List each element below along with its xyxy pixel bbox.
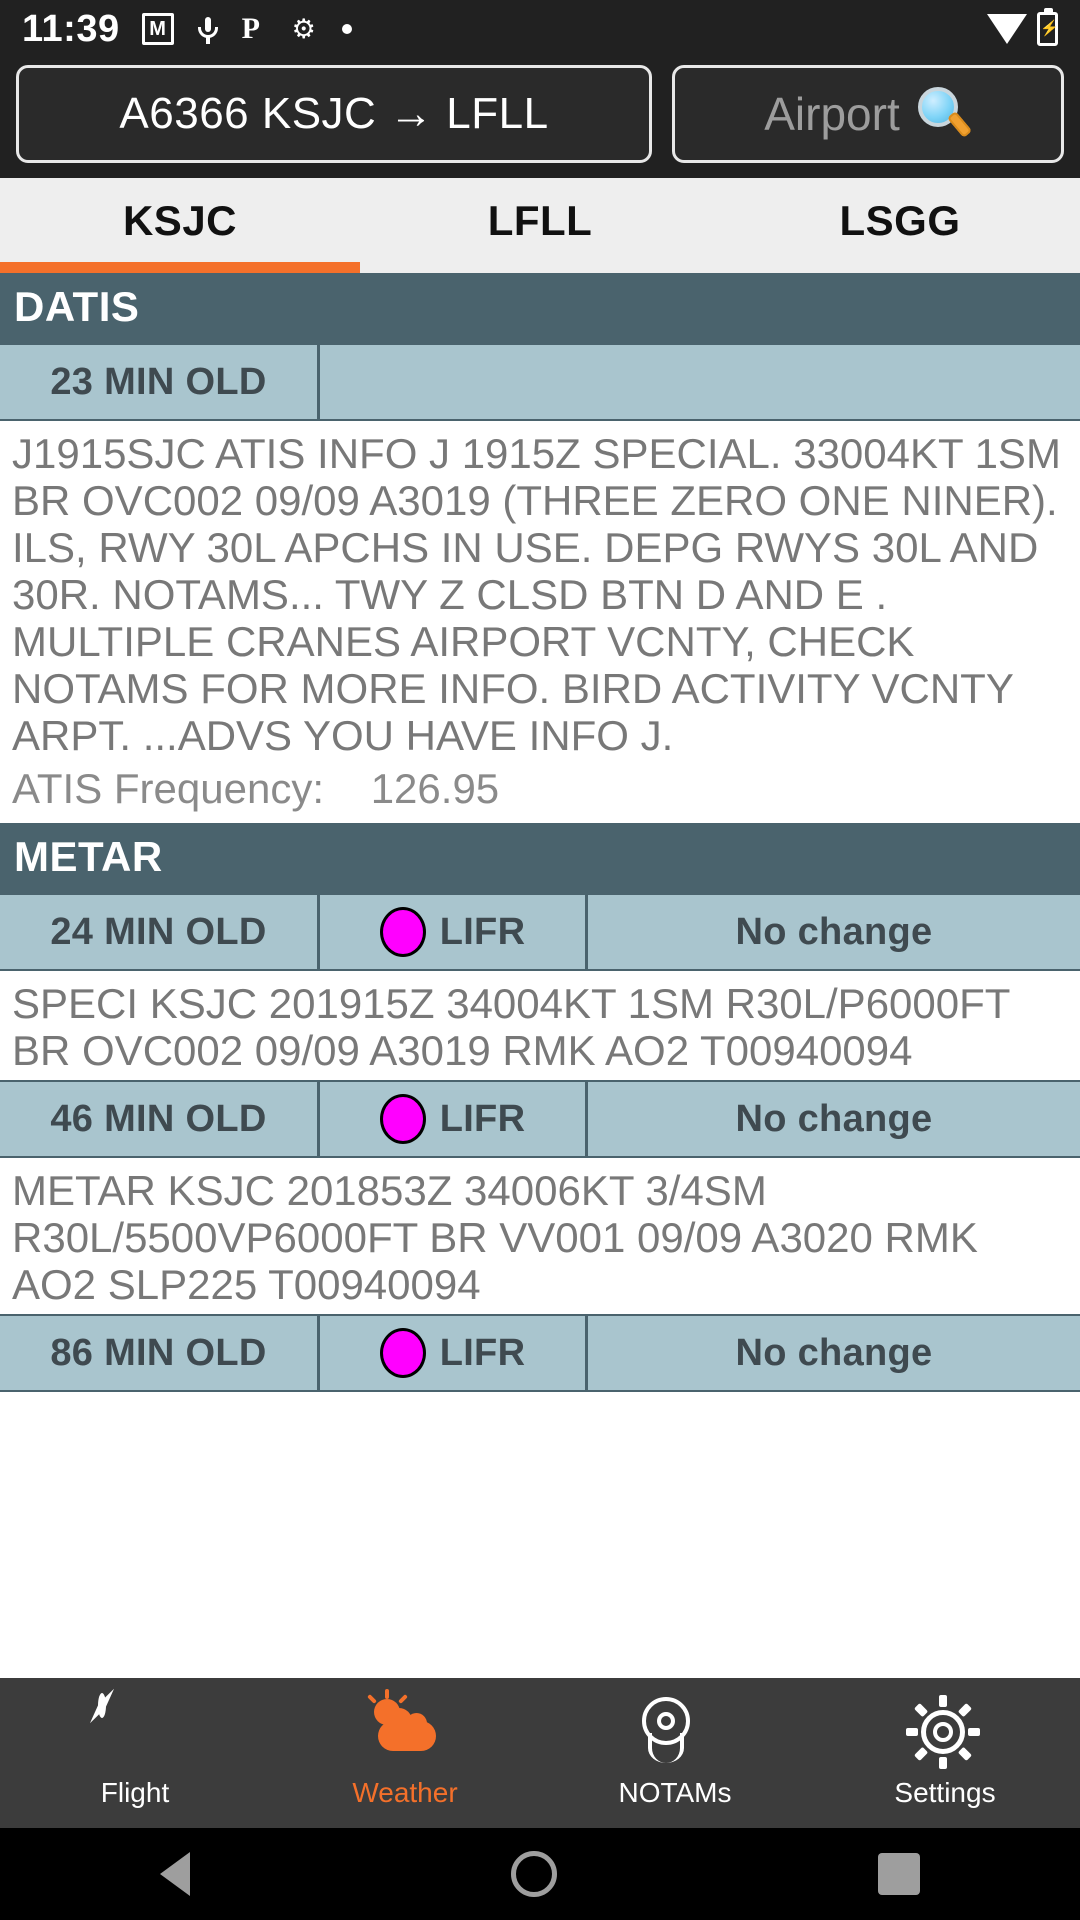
bottom-navigation-bar: Flight Weather NOTAMs Settings [0,1678,1080,1828]
nav-item-notams[interactable]: NOTAMs [540,1697,810,1809]
flight-category-dot-icon [379,1094,426,1145]
metar-trend-label: No change [735,910,933,953]
section-header-metar: METAR [0,823,1080,894]
back-triangle-icon[interactable] [160,1852,191,1896]
datis-meta-row: 23 MIN OLD [0,343,1080,421]
nav-label-notams: NOTAMs [618,1777,732,1808]
metar-trend-label: No change [735,1097,933,1140]
flight-category-dot-icon [379,1328,426,1379]
tab-lsgg[interactable]: LSGG [720,178,1080,273]
magnifier-icon [914,85,972,143]
metar-age-label: 24 MIN OLD [50,910,267,953]
gear-icon [906,1695,982,1771]
metar-meta-row: 24 MIN OLD LIFR No change [0,893,1080,972]
metar-trend-cell: No change [588,1316,1080,1390]
nav-item-flight[interactable]: Flight [0,1693,270,1809]
airport-search-button[interactable]: Airport [672,65,1064,163]
section-title-datis: DATIS [14,283,140,330]
metar-category-label: LIFR [439,1331,526,1374]
nav-item-weather[interactable]: Weather [270,1689,540,1809]
section-title-metar: METAR [14,833,163,881]
metar-trend-cell: No change [588,1082,1080,1156]
section-header-datis: DATIS [0,273,1080,343]
status-bar-clock: 11:39 [22,8,120,50]
status-bar-notification-icons: P ⚙ [141,12,352,45]
tab-lfll-label: LFLL [487,196,593,244]
weather-content[interactable]: DATIS 23 MIN OLD J1915SJC ATIS INFO J 19… [0,273,1080,1678]
map-pin-icon [638,1697,712,1771]
datis-frequency-value: 126.95 [370,765,500,813]
sun-cloud-icon [367,1689,442,1771]
flight-route-button[interactable]: A6366 KSJC → LFLL [16,65,652,163]
gmail-icon [141,13,174,45]
metar-category-label: LIFR [439,1097,526,1140]
datis-empty-cell [320,345,1080,419]
wifi-icon [987,14,1027,44]
metar-category-cell: LIFR [320,1316,588,1391]
metar-meta-row: 46 MIN OLD LIFR No change [0,1080,1080,1159]
nav-label-flight: Flight [100,1777,170,1808]
flight-category-dot-icon [379,907,426,958]
metar-category-cell: LIFR [320,895,588,970]
status-bar-system-icons [987,8,1058,46]
metar-trend-cell: No change [588,895,1080,969]
pocketcasts-icon: P [241,12,260,45]
tab-lfll[interactable]: LFLL [360,178,720,273]
tab-ksjc-label: KSJC [122,196,238,244]
flight-route-label: A6366 KSJC → LFLL [119,89,549,138]
active-tab-indicator [0,262,360,273]
app-header: A6366 KSJC → LFLL Airport [0,58,1080,178]
metar-age-cell: 86 MIN OLD [0,1316,320,1391]
compass-icon [98,1693,172,1771]
metar-age-cell: 24 MIN OLD [0,895,320,970]
nav-label-weather: Weather [352,1777,458,1808]
home-circle-icon[interactable] [510,1851,557,1897]
android-system-nav [0,1828,1080,1920]
tab-ksjc[interactable]: KSJC [0,178,360,273]
datis-frequency-label: ATIS Frequency: [12,765,325,813]
microphone-icon [192,13,224,45]
recents-square-icon[interactable] [877,1853,920,1895]
bug-icon: ⚙ [291,14,316,44]
airport-search-label: Airport [764,88,900,140]
metar-age-label: 86 MIN OLD [50,1331,267,1374]
metar-category-cell: LIFR [320,1082,588,1157]
datis-text: J1915SJC ATIS INFO J 1915Z SPECIAL. 3300… [12,430,1073,760]
metar-age-label: 46 MIN OLD [50,1097,267,1140]
battery-charging-icon [1037,8,1058,46]
nav-label-settings: Settings [894,1777,996,1808]
metar-category-label: LIFR [439,910,526,953]
metar-text: METAR KSJC 201853Z 34006KT 3/4SM R30L/55… [12,1167,988,1309]
datis-frequency-row: ATIS Frequency: 126.95 [0,765,1080,823]
metar-text: SPECI KSJC 201915Z 34004KT 1SM R30L/P600… [12,980,1022,1075]
airport-tabs: KSJC LFLL LSGG [0,178,1080,273]
dot-icon [341,24,352,34]
tab-lsgg-label: LSGG [839,196,961,244]
nav-item-settings[interactable]: Settings [810,1695,1080,1809]
android-status-bar: 11:39 P ⚙ [0,0,1080,58]
datis-age-label: 23 MIN OLD [50,360,267,403]
metar-trend-label: No change [735,1331,933,1374]
metar-meta-row: 86 MIN OLD LIFR No change [0,1314,1080,1393]
metar-age-cell: 46 MIN OLD [0,1082,320,1157]
datis-age-cell: 23 MIN OLD [0,345,320,419]
app-screen: 11:39 P ⚙ A6366 KSJC → LFLL Airport [0,0,1080,1920]
